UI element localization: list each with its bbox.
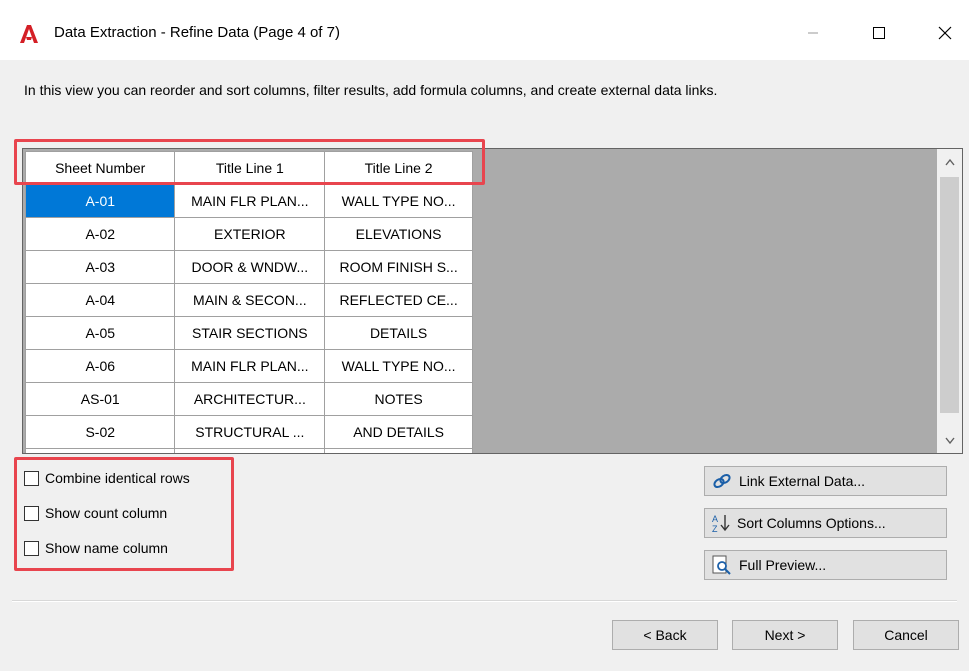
table-cell[interactable]: MAIN FLR PLAN... <box>174 349 326 383</box>
preview-icon <box>712 555 731 575</box>
table-row[interactable]: A-03 DOOR & WNDW... ROOM FINISH S... <box>24 250 473 284</box>
combine-identical-rows-option[interactable]: Combine identical rows <box>24 470 190 486</box>
table-cell[interactable] <box>324 448 473 453</box>
show-count-column-option[interactable]: Show count column <box>24 505 167 521</box>
table-cell[interactable]: A-02 <box>24 217 176 251</box>
next-button[interactable]: Next > <box>732 620 838 650</box>
combine-identical-rows-label: Combine identical rows <box>45 470 190 486</box>
show-count-column-label: Show count column <box>45 505 168 521</box>
table-cell[interactable]: S-02 <box>24 415 176 449</box>
table-cell[interactable]: AS-01 <box>24 382 176 416</box>
scrollbar-thumb[interactable] <box>940 177 959 413</box>
sort-az-icon: A Z <box>712 514 730 533</box>
minimize-icon <box>808 32 818 34</box>
sort-columns-options-label: Sort Columns Options... <box>737 515 886 531</box>
table-cell[interactable]: REFLECTED CE... <box>324 283 473 317</box>
table-cell[interactable]: AND DETAILS <box>324 415 473 449</box>
full-preview-button[interactable]: Full Preview... <box>704 550 947 580</box>
data-grid[interactable]: Sheet Number Title Line 1 Title Line 2 A… <box>22 148 963 454</box>
table-cell[interactable]: ROOM FINISH S... <box>324 250 473 284</box>
table-row[interactable]: A-04 MAIN & SECON... REFLECTED CE... <box>24 283 473 317</box>
table-row[interactable]: S-02 STRUCTURAL ... AND DETAILS <box>24 415 473 449</box>
scroll-up-arrow-icon[interactable] <box>937 151 962 173</box>
close-icon <box>938 26 952 40</box>
header-highlight-box <box>14 139 485 185</box>
table-row[interactable]: A-02 EXTERIOR ELEVATIONS <box>24 217 473 251</box>
table-cell[interactable]: STRUCTURAL ... <box>174 415 326 449</box>
table-cell[interactable]: EXTERIOR <box>174 217 326 251</box>
table-cell[interactable]: STAIR SECTIONS <box>174 316 326 350</box>
table-row[interactable]: A-06 MAIN FLR PLAN... WALL TYPE NO... <box>24 349 473 383</box>
table-cell[interactable]: MAIN & SECON... <box>174 283 326 317</box>
cancel-button[interactable]: Cancel <box>853 620 959 650</box>
show-name-column-checkbox[interactable] <box>24 540 39 556</box>
full-preview-label: Full Preview... <box>739 557 827 573</box>
table-cell[interactable]: A-01 <box>24 184 176 218</box>
window-title: Data Extraction - Refine Data (Page 4 of… <box>54 24 340 41</box>
autocad-logo-icon <box>20 25 38 43</box>
back-button[interactable]: < Back <box>612 620 718 650</box>
title-bar: Data Extraction - Refine Data (Page 4 of… <box>0 0 969 60</box>
data-table: Sheet Number Title Line 1 Title Line 2 A… <box>24 151 473 453</box>
show-name-column-label: Show name column <box>45 540 168 556</box>
link-external-data-label: Link External Data... <box>739 473 866 489</box>
scroll-down-arrow-icon[interactable] <box>937 429 962 451</box>
table-cell[interactable]: ARCHITECTUR... <box>174 382 326 416</box>
show-count-column-checkbox[interactable] <box>24 505 39 521</box>
table-cell[interactable]: WALL TYPE NO... <box>324 184 473 218</box>
table-cell[interactable] <box>24 448 176 453</box>
table-row[interactable]: AS-01 ARCHITECTUR... NOTES <box>24 382 473 416</box>
close-button[interactable] <box>922 18 968 48</box>
table-cell[interactable]: A-03 <box>24 250 176 284</box>
svg-text:Z: Z <box>712 524 718 533</box>
description-text: In this view you can reorder and sort co… <box>24 82 718 98</box>
sort-columns-options-button[interactable]: A Z Sort Columns Options... <box>704 508 947 538</box>
combine-identical-rows-checkbox[interactable] <box>24 470 39 486</box>
table-cell[interactable]: A-05 <box>24 316 176 350</box>
show-name-column-option[interactable]: Show name column <box>24 540 168 556</box>
table-cell[interactable]: ELEVATIONS <box>324 217 473 251</box>
link-icon <box>713 473 731 489</box>
maximize-icon <box>873 27 885 39</box>
table-cell[interactable] <box>174 448 326 453</box>
minimize-button[interactable] <box>790 18 836 48</box>
vertical-scrollbar[interactable] <box>937 149 962 453</box>
table-cell[interactable]: DOOR & WNDW... <box>174 250 326 284</box>
table-row-partial[interactable] <box>24 448 473 453</box>
footer-divider-highlight <box>12 601 957 602</box>
table-row[interactable]: A-01 MAIN FLR PLAN... WALL TYPE NO... <box>24 184 473 218</box>
link-external-data-button[interactable]: Link External Data... <box>704 466 947 496</box>
table-cell[interactable]: A-04 <box>24 283 176 317</box>
table-cell[interactable]: DETAILS <box>324 316 473 350</box>
table-cell[interactable]: MAIN FLR PLAN... <box>174 184 326 218</box>
maximize-button[interactable] <box>856 18 902 48</box>
table-row[interactable]: A-05 STAIR SECTIONS DETAILS <box>24 316 473 350</box>
table-cell[interactable]: NOTES <box>324 382 473 416</box>
table-cell[interactable]: A-06 <box>24 349 176 383</box>
svg-text:A: A <box>712 514 718 524</box>
table-cell[interactable]: WALL TYPE NO... <box>324 349 473 383</box>
